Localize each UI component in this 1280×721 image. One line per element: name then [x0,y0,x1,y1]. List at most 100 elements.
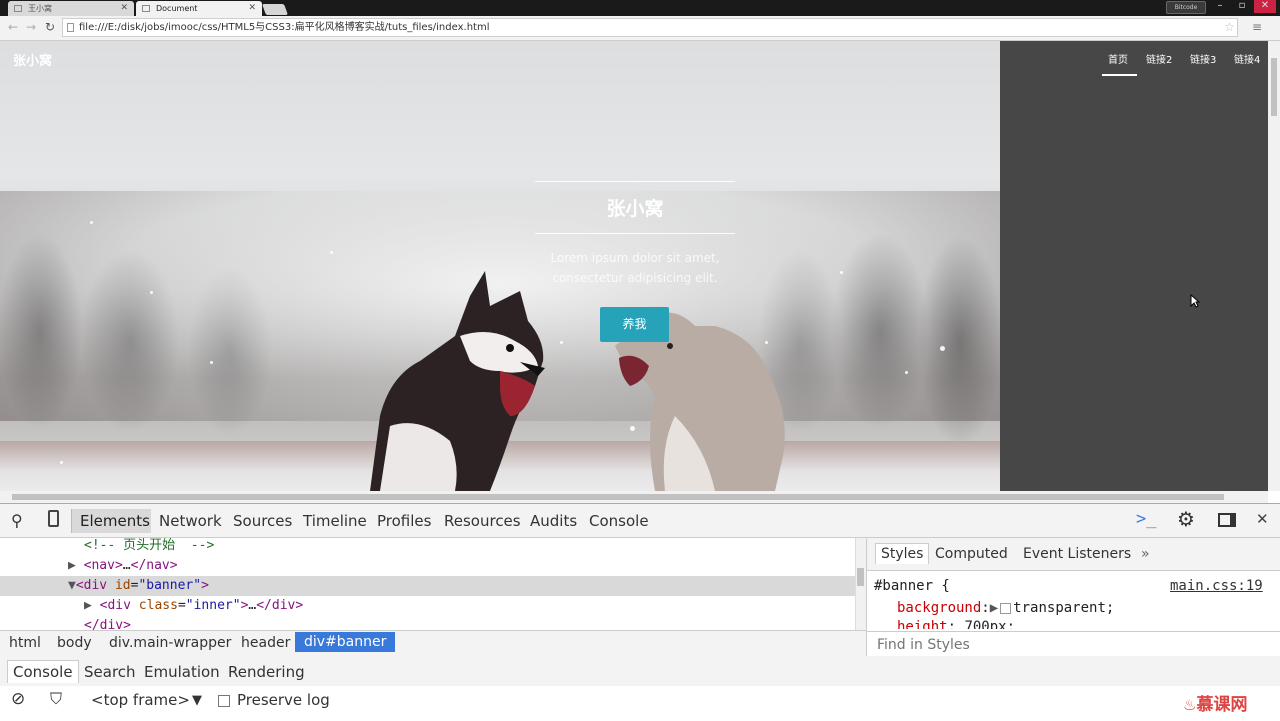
css-property-value: 700px; [964,619,1016,629]
scrollbar-thumb[interactable] [12,494,1224,500]
forward-icon[interactable]: → [26,20,36,34]
tab-sources[interactable]: Sources [233,512,292,530]
collapse-triangle-icon[interactable]: ▼ [68,578,76,593]
breadcrumb-item[interactable]: body [57,635,92,651]
browser-tab-active[interactable]: Document ✕ [136,1,262,16]
scrollbar-thumb[interactable] [1271,58,1277,116]
expand-triangle-icon[interactable]: ▶ [84,598,92,613]
snowflake [905,371,908,374]
tab-title: 王小窝 [28,4,52,13]
maximize-icon[interactable]: ▫ [1232,0,1252,13]
nav-link-2[interactable]: 链接2 [1146,51,1172,66]
tab-styles[interactable]: Styles [875,543,930,564]
breadcrumb-item[interactable]: div.main-wrapper [109,635,231,651]
filter-icon[interactable]: ⛉ [50,689,62,709]
reload-icon[interactable]: ↻ [45,20,55,34]
dropdown-arrow-icon[interactable]: ▼ [192,693,202,708]
dom-node-nav[interactable]: ▶ <nav>…</nav> [0,556,855,576]
window-close-icon[interactable]: ✕ [1254,0,1276,13]
snowflake [150,291,153,294]
site-logo[interactable]: 张小窝 [13,50,52,69]
attr-name: class [138,598,178,613]
watermark-logo: ♨慕课网 [1183,690,1247,715]
back-icon[interactable]: ← [8,20,18,34]
nav-active-indicator [1102,74,1137,76]
page-icon [14,5,22,12]
css-property-value: transparent; [1013,600,1115,616]
hero-subtitle-line: consectetur adipisicing elit. [552,271,718,285]
expand-triangle-icon[interactable]: ▶ [68,558,76,573]
dom-node-close[interactable]: </div> [0,616,855,630]
tab-timeline[interactable]: Timeline [303,512,367,530]
breadcrumb-item[interactable]: html [9,635,41,651]
breadcrumb: html body div.main-wrapper header div#ba… [0,630,866,658]
tab-console[interactable]: Console [589,512,649,530]
div-tag: div [271,598,296,613]
banner: 张小窝 张小窝 Lorem ipsum dolor sit amet, cons… [0,41,1000,491]
snowflake [60,461,63,464]
page-viewport: 张小窝 张小窝 Lorem ipsum dolor sit amet, cons… [0,41,1268,491]
clear-console-icon[interactable]: ⊘ [11,689,25,709]
drawer-tab-bar: Console Search Emulation Rendering [0,656,1280,687]
tab-audits[interactable]: Audits [530,512,577,530]
preserve-log-checkbox[interactable] [218,695,230,707]
scrollbar-thumb[interactable] [857,568,864,586]
dom-node-inner[interactable]: ▶ <div class="inner">…</div> [0,596,855,616]
drawer-tab-console[interactable]: Console [7,660,79,683]
css-source-link[interactable]: main.css:19 [1170,578,1263,594]
watermark-text: 慕课网 [1196,695,1248,715]
close-tab-icon[interactable]: ✕ [120,1,128,16]
nav-link-home[interactable]: 首页 [1108,51,1128,66]
nav-link-3[interactable]: 链接3 [1190,51,1216,66]
css-property[interactable]: background:▶ transparent; [897,600,1114,616]
drawer-tab-search[interactable]: Search [84,663,136,681]
new-tab-button[interactable] [261,4,289,15]
nav-link-4[interactable]: 链接4 [1234,51,1260,66]
css-property-name: background [897,600,982,616]
snowflake [210,361,213,364]
close-tab-icon[interactable]: ✕ [248,1,256,16]
gear-icon[interactable]: ⚙ [1177,507,1195,531]
tab-computed[interactable]: Computed [935,546,1008,562]
console-drawer-icon[interactable]: >_ [1136,509,1156,529]
dom-node-banner[interactable]: ▼<div id="banner"> [0,576,855,596]
breadcrumb-item[interactable]: header [241,635,290,651]
expand-triangle-icon[interactable]: ▶ [990,600,998,616]
breadcrumb-item-selected[interactable]: div#banner [295,632,396,652]
side-nav [1000,41,1268,491]
snowflake [90,221,93,224]
adopt-button[interactable]: 养我 [600,307,669,342]
devtools-panel: ⚲ Elements Network Sources Timeline Prof… [0,503,1280,721]
drawer-tab-rendering[interactable]: Rendering [228,663,305,681]
styles-pane: Styles Computed Event Listeners » #banne… [866,538,1280,657]
drawer-tab-emulation[interactable]: Emulation [144,663,220,681]
div-tag: div [107,598,131,613]
frame-selector[interactable]: <top frame> [91,691,190,709]
browser-tab[interactable]: 王小窝 ✕ [8,1,134,16]
tab-resources[interactable]: Resources [444,512,521,530]
css-property[interactable]: height: 700px; [897,619,1015,629]
dom-node-comment[interactable]: <!-- 页头开始 --> [0,538,855,556]
hero-title: 张小窝 [606,198,664,220]
menu-icon[interactable]: ≡ [1252,20,1262,34]
device-mode-icon[interactable] [48,510,59,527]
tab-profiles[interactable]: Profiles [377,512,431,530]
tab-network[interactable]: Network [159,512,222,530]
hero-subtitle-line: Lorem ipsum dolor sit amet, [550,251,720,265]
more-tabs-icon[interactable]: » [1141,546,1150,562]
search-icon[interactable]: ⚲ [11,511,23,530]
color-swatch-icon[interactable] [1000,602,1012,614]
tab-event-listeners[interactable]: Event Listeners [1023,546,1131,562]
dock-side-icon[interactable] [1218,513,1236,527]
tab-elements[interactable]: Elements [80,512,150,530]
snowflake [940,346,945,351]
snowflake [330,251,333,254]
minimize-icon[interactable]: – [1210,0,1230,13]
bookmark-star-icon[interactable]: ☆ [1224,20,1235,34]
flame-icon: ♨ [1183,696,1197,714]
nav-close-tag: </nav> [130,558,178,573]
divider [535,233,735,234]
address-bar[interactable]: file:///E:/disk/jobs/imooc/css/HTML5与CSS… [62,18,1238,37]
find-in-styles-input[interactable] [875,636,1259,654]
close-icon[interactable]: ✕ [1256,510,1269,528]
